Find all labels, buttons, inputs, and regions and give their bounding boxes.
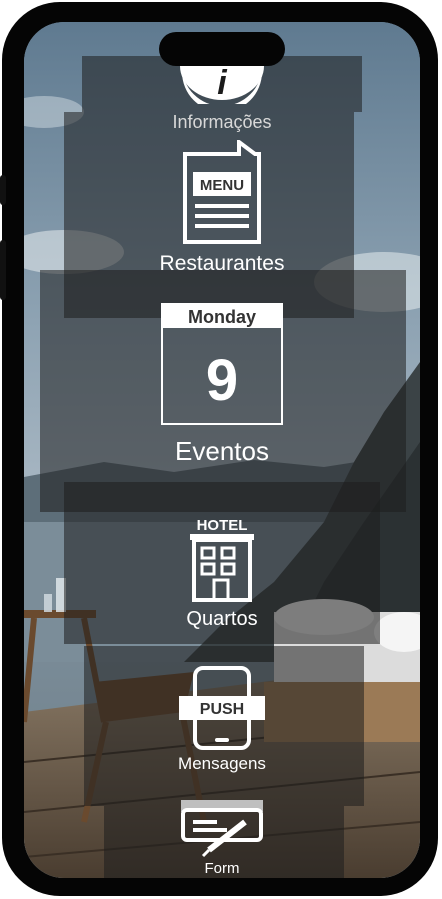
menu-item-form-label: Form (204, 860, 240, 877)
push-notification-icon: PUSH (179, 666, 265, 750)
menu-item-informacoes-label: Informações (172, 112, 272, 132)
svg-text:PUSH: PUSH (200, 701, 244, 718)
menu-item-eventos-label: Eventos (175, 436, 269, 466)
phone-side-button-lower (0, 240, 6, 300)
menu-item-restaurantes[interactable]: MENU Restaurantes (24, 140, 420, 276)
phone-notch (159, 32, 285, 66)
menu-item-restaurantes-label: Restaurantes (159, 252, 285, 275)
svg-text:MENU: MENU (200, 177, 244, 194)
svg-text:i: i (217, 64, 228, 102)
svg-text:HOTEL: HOTEL (197, 517, 248, 534)
menu-item-eventos[interactable]: Monday 9 Eventos (24, 302, 420, 467)
menu-item-form[interactable]: Form (24, 798, 420, 877)
menu-item-mensagens-label: Mensagens (178, 754, 266, 773)
form-pen-icon (181, 800, 263, 858)
menu-card-icon: MENU (183, 140, 261, 244)
menu-item-quartos[interactable]: HOTEL Quartos (24, 514, 420, 631)
app-screen: i Informações MENU Restaurantes Monday 9… (24, 22, 420, 878)
menu-item-mensagens[interactable]: PUSH Mensagens (24, 666, 420, 774)
phone-side-button-upper (0, 175, 6, 205)
svg-text:Monday: Monday (188, 307, 256, 327)
svg-text:9: 9 (206, 348, 238, 413)
calendar-icon: Monday 9 (161, 303, 283, 425)
hotel-building-icon: HOTEL (190, 517, 254, 602)
menu-item-quartos-label: Quartos (186, 608, 258, 630)
